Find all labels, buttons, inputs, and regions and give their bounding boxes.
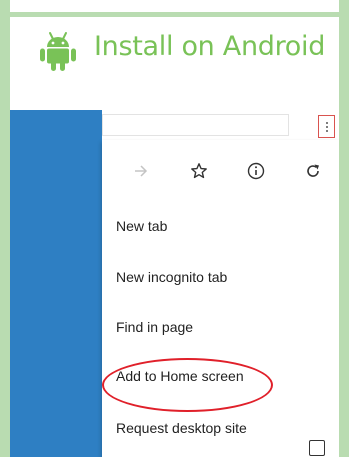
- android-icon: [40, 32, 76, 71]
- page-title: Install on Android: [94, 31, 326, 62]
- header-banner: Install on Android: [10, 17, 339, 110]
- forward-arrow-icon[interactable]: [128, 158, 154, 184]
- address-bar[interactable]: [102, 114, 289, 136]
- menu-item-new-incognito-tab[interactable]: New incognito tab: [116, 269, 227, 285]
- page-background-panel: [10, 110, 102, 457]
- highlight-ring: [102, 358, 273, 412]
- refresh-icon[interactable]: [300, 158, 326, 184]
- request-desktop-site-checkbox[interactable]: [309, 440, 325, 456]
- menu-icons-row: [102, 158, 339, 186]
- star-icon[interactable]: [186, 158, 212, 184]
- menu-item-request-desktop-site[interactable]: Request desktop site: [116, 420, 247, 436]
- page-frame: Install on Android New tab New incognito…: [0, 0, 349, 457]
- top-strip: [10, 0, 339, 12]
- browser-screenshot: New tab New incognito tab Find in page A…: [10, 110, 339, 457]
- browser-menu: New tab New incognito tab Find in page A…: [102, 140, 339, 457]
- info-icon[interactable]: [243, 158, 269, 184]
- menu-item-find-in-page[interactable]: Find in page: [116, 319, 193, 335]
- menu-item-new-tab[interactable]: New tab: [116, 218, 167, 234]
- more-vert-icon[interactable]: [318, 115, 335, 138]
